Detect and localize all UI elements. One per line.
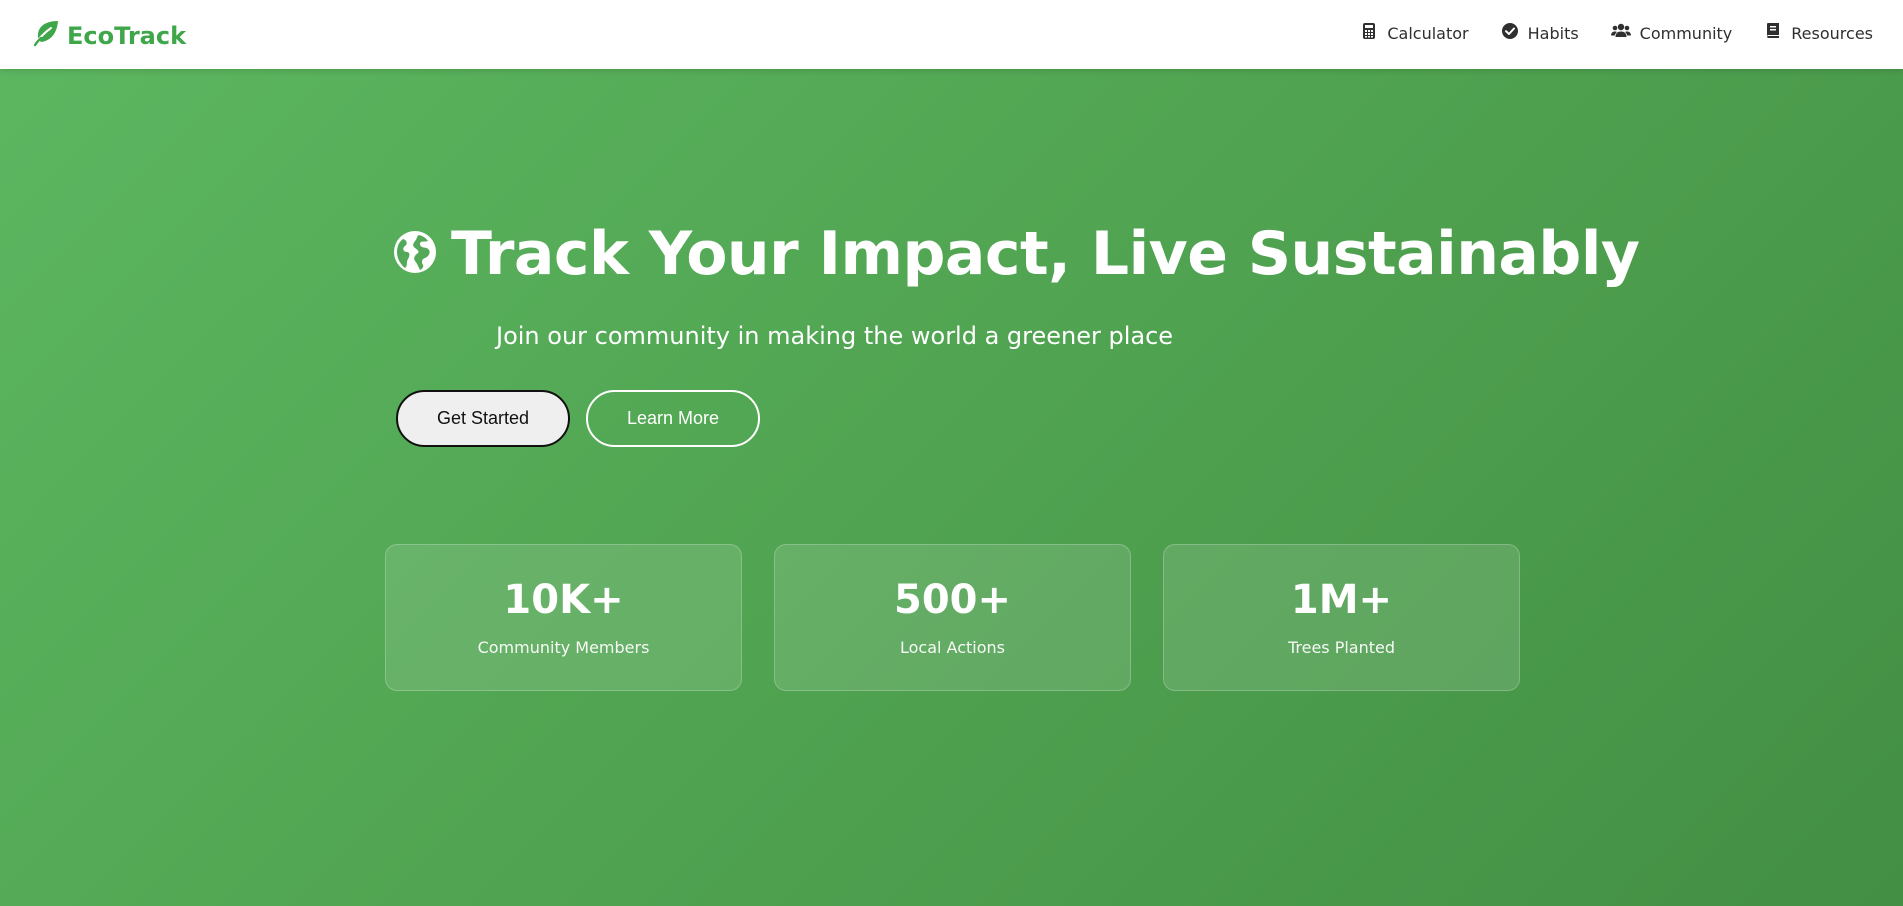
hero-section <box>0 69 1903 906</box>
calculator-icon <box>1360 22 1378 44</box>
brand-name: EcoTrack <box>67 22 187 50</box>
brand-logo[interactable]: EcoTrack <box>31 18 186 54</box>
nav-item-label: Habits <box>1527 23 1579 43</box>
nav-item-habits[interactable]: Habits <box>1501 22 1579 44</box>
leaf-icon <box>31 18 61 54</box>
nav-links: Calculator Habits Community Resources <box>1360 22 1873 44</box>
navbar: EcoTrack Calculator Habits Community Res… <box>0 0 1903 69</box>
hero-title: Track Your Impact, Live Sustainably <box>393 219 1640 289</box>
learn-more-button[interactable]: Learn More <box>586 390 760 447</box>
stat-card-community-members: 10K+ Community Members <box>385 544 742 691</box>
nav-item-label: Community <box>1639 23 1733 43</box>
nav-item-label: Resources <box>1791 23 1873 43</box>
stat-value: 1M+ <box>1290 577 1393 623</box>
stat-card-local-actions: 500+ Local Actions <box>774 544 1131 691</box>
get-started-button[interactable]: Get Started <box>396 390 570 447</box>
check-circle-icon <box>1501 22 1519 44</box>
stat-label: Trees Planted <box>1287 638 1396 657</box>
stat-card-trees-planted: 1M+ Trees Planted <box>1163 544 1520 691</box>
nav-item-community[interactable]: Community <box>1610 22 1733 44</box>
globe-icon <box>393 219 437 289</box>
book-icon <box>1764 22 1782 44</box>
stat-value: 500+ <box>893 577 1011 623</box>
nav-item-calculator[interactable]: Calculator <box>1360 22 1469 44</box>
users-icon <box>1610 22 1631 44</box>
stat-label: Local Actions <box>900 638 1005 657</box>
hero-subtitle: Join our community in making the world a… <box>496 322 1174 350</box>
nav-item-resources[interactable]: Resources <box>1764 22 1873 44</box>
hero-title-text: Track Your Impact, Live Sustainably <box>451 219 1640 289</box>
stat-label: Community Members <box>477 638 650 657</box>
nav-item-label: Calculator <box>1387 23 1469 43</box>
stat-value: 10K+ <box>503 577 624 623</box>
